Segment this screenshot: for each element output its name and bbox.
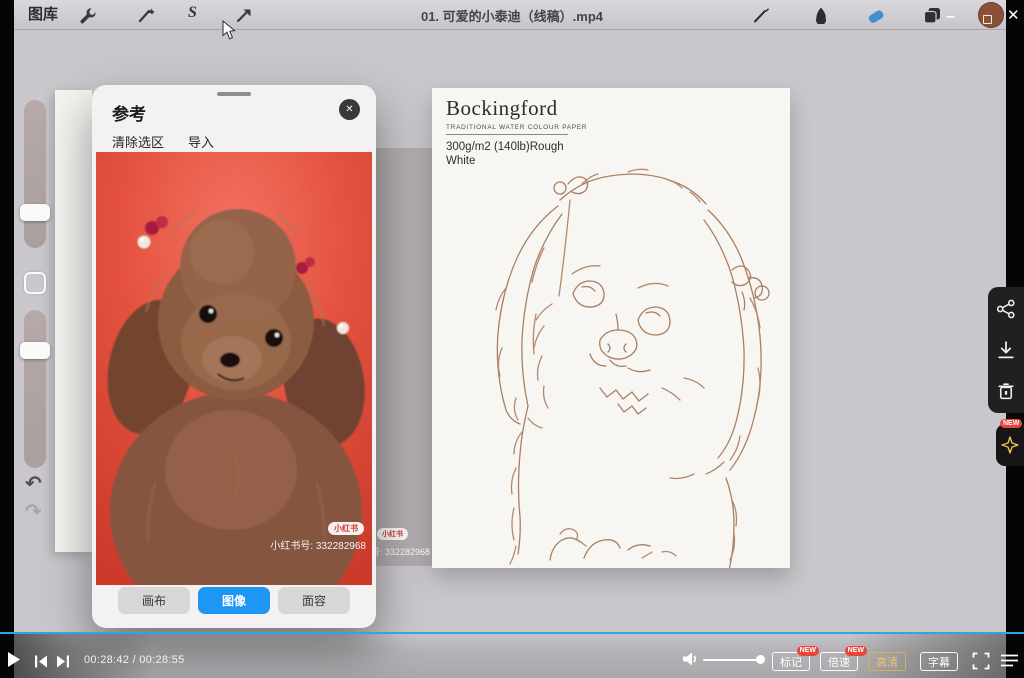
play-button[interactable]: [7, 651, 21, 668]
reference-panel[interactable]: 参考 ✕ 清除选区 导入: [92, 85, 376, 628]
playlist-icon[interactable]: [1000, 653, 1019, 668]
video-title: 01. 可爱的小泰迪（线稿）.mp4: [0, 6, 1024, 25]
progress-bar[interactable]: [0, 632, 1024, 634]
share-icon[interactable]: [996, 299, 1016, 319]
fullscreen-icon[interactable]: [972, 652, 990, 670]
time-display: 00:28:42 / 00:28:55: [84, 654, 185, 666]
minimize-button[interactable]: –: [946, 8, 955, 26]
watermark-badge: 小红书: [377, 528, 408, 540]
opacity-slider[interactable]: [24, 310, 46, 468]
modify-button[interactable]: [24, 272, 46, 294]
close-window-button[interactable]: ✕: [1007, 6, 1020, 24]
hd-button[interactable]: 高清: [868, 652, 906, 671]
side-dock: [988, 287, 1024, 413]
watermark-badge: 小红书: [328, 522, 364, 535]
player-window: 图库 S: [0, 0, 1024, 678]
reference-tab-bar: 画布 图像 面容: [118, 587, 350, 614]
canvas-page[interactable]: Bockingford TRADITIONAL WATER COLOUR PAP…: [432, 88, 790, 568]
volume-knob[interactable]: [756, 655, 765, 664]
subtitle-button[interactable]: 字幕: [920, 652, 958, 671]
letterbox-left: [0, 0, 14, 678]
reference-photo[interactable]: 小红书 小红书号: 332282968: [96, 152, 372, 585]
brush-size-handle[interactable]: [20, 204, 50, 221]
favorite-star-icon: [1001, 436, 1019, 454]
subtitle-button-label: 字幕: [928, 654, 950, 670]
panel-drag-handle[interactable]: [217, 92, 251, 96]
mark-button-label: 标记: [780, 654, 802, 670]
dog-line-sketch: [432, 88, 790, 568]
opacity-handle[interactable]: [20, 342, 50, 359]
imported-photo-strip[interactable]: 小红书 小红书号: 332282968: [374, 148, 432, 566]
watermark-id: 小红书号: 332282968: [270, 537, 366, 552]
next-button[interactable]: [56, 655, 70, 668]
canvas-page-left[interactable]: [55, 90, 92, 552]
tab-face[interactable]: 面容: [278, 587, 350, 614]
watermark-id: 小红书号: 332282968: [376, 545, 430, 558]
tab-canvas[interactable]: 画布: [118, 587, 190, 614]
volume-icon[interactable]: [682, 651, 699, 667]
redo-icon[interactable]: ↷: [25, 502, 42, 522]
panel-title: 参考: [112, 100, 146, 125]
undo-icon[interactable]: ↶: [25, 474, 42, 494]
trash-icon[interactable]: [996, 381, 1016, 401]
new-badge: NEW: [1000, 419, 1022, 428]
clear-selection-button[interactable]: 清除选区: [112, 132, 164, 151]
speed-button[interactable]: 倍速 NEW: [820, 652, 858, 671]
new-badge: NEW: [797, 646, 819, 656]
close-icon[interactable]: ✕: [339, 99, 360, 120]
import-button[interactable]: 导入: [188, 132, 214, 151]
mark-button[interactable]: 标记 NEW: [772, 652, 810, 671]
video-content[interactable]: 图库 S: [14, 0, 1006, 678]
dog-photo: [96, 152, 372, 585]
new-badge: NEW: [845, 646, 867, 656]
tab-image[interactable]: 图像: [198, 587, 270, 614]
hd-button-label: 高清: [876, 654, 898, 670]
favorite-tab[interactable]: [996, 424, 1024, 466]
brush-size-slider[interactable]: [24, 100, 46, 248]
download-icon[interactable]: [996, 340, 1016, 360]
mouse-cursor: [222, 20, 237, 41]
previous-button[interactable]: [34, 655, 48, 668]
speed-button-label: 倍速: [828, 654, 850, 670]
volume-slider[interactable]: [703, 659, 758, 661]
